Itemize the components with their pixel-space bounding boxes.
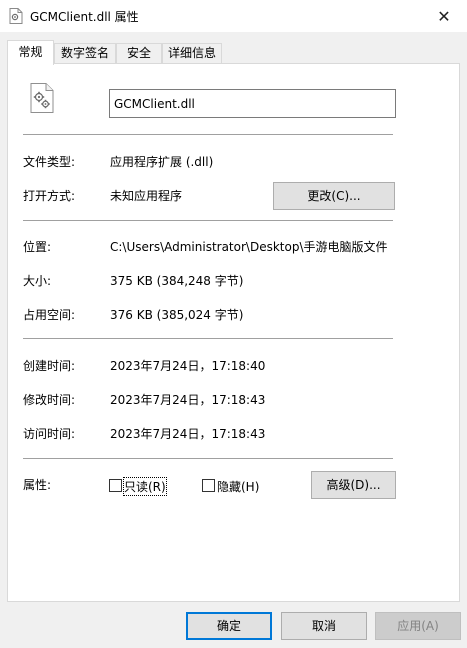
tab-security[interactable]: 安全	[116, 43, 162, 64]
modified-label: 修改时间:	[23, 393, 76, 407]
size-on-disk-value: 376 KB (385,024 字节)	[110, 308, 244, 322]
change-open-with-button[interactable]: 更改(C)...	[273, 182, 395, 210]
readonly-checkbox[interactable]	[109, 479, 122, 492]
dll-gear-file-icon	[30, 83, 54, 113]
separator	[23, 134, 393, 135]
created-label: 创建时间:	[23, 359, 76, 373]
hidden-checkbox[interactable]	[202, 479, 215, 492]
tab-general[interactable]: 常规	[7, 40, 54, 65]
separator	[23, 338, 393, 339]
close-icon: ✕	[437, 6, 451, 26]
accessed-value: 2023年7月24日，17:18:43	[110, 427, 266, 441]
file-type-value: 应用程序扩展 (.dll)	[110, 155, 214, 169]
open-with-label: 打开方式:	[23, 189, 76, 203]
close-button[interactable]: ✕	[421, 0, 467, 32]
tab-digital-signatures[interactable]: 数字签名	[54, 43, 116, 64]
file-type-label: 文件类型:	[23, 155, 76, 169]
tab-strip: 常规 数字签名 安全 详细信息	[0, 40, 467, 65]
separator	[23, 458, 393, 459]
ok-button[interactable]: 确定	[186, 612, 272, 640]
size-value: 375 KB (384,248 字节)	[110, 274, 244, 288]
size-label: 大小:	[23, 274, 52, 288]
cancel-button[interactable]: 取消	[281, 612, 367, 640]
location-label: 位置:	[23, 240, 52, 254]
window-title: GCMClient.dll 属性	[30, 10, 139, 24]
accessed-label: 访问时间:	[23, 427, 76, 441]
size-on-disk-label: 占用空间:	[23, 308, 76, 322]
apply-button[interactable]: 应用(A)	[375, 612, 461, 640]
tab-details[interactable]: 详细信息	[162, 43, 222, 64]
title-bar: GCMClient.dll 属性 ✕	[0, 0, 467, 32]
attributes-label: 属性:	[23, 478, 52, 492]
general-panel: 文件类型: 应用程序扩展 (.dll) 打开方式: 未知应用程序 更改(C)..…	[7, 63, 460, 602]
created-value: 2023年7月24日，17:18:40	[110, 359, 266, 373]
modified-value: 2023年7月24日，17:18:43	[110, 393, 266, 407]
dll-file-icon	[9, 8, 23, 24]
open-with-value: 未知应用程序	[110, 189, 183, 203]
advanced-button[interactable]: 高级(D)...	[311, 471, 396, 499]
readonly-checkbox-label[interactable]: 只读(R)	[123, 477, 167, 496]
hidden-checkbox-label[interactable]: 隐藏(H)	[217, 478, 259, 495]
file-name-input[interactable]	[109, 89, 396, 118]
location-value: C:\Users\Administrator\Desktop\手游电脑版文件	[110, 240, 388, 254]
separator	[23, 220, 393, 221]
